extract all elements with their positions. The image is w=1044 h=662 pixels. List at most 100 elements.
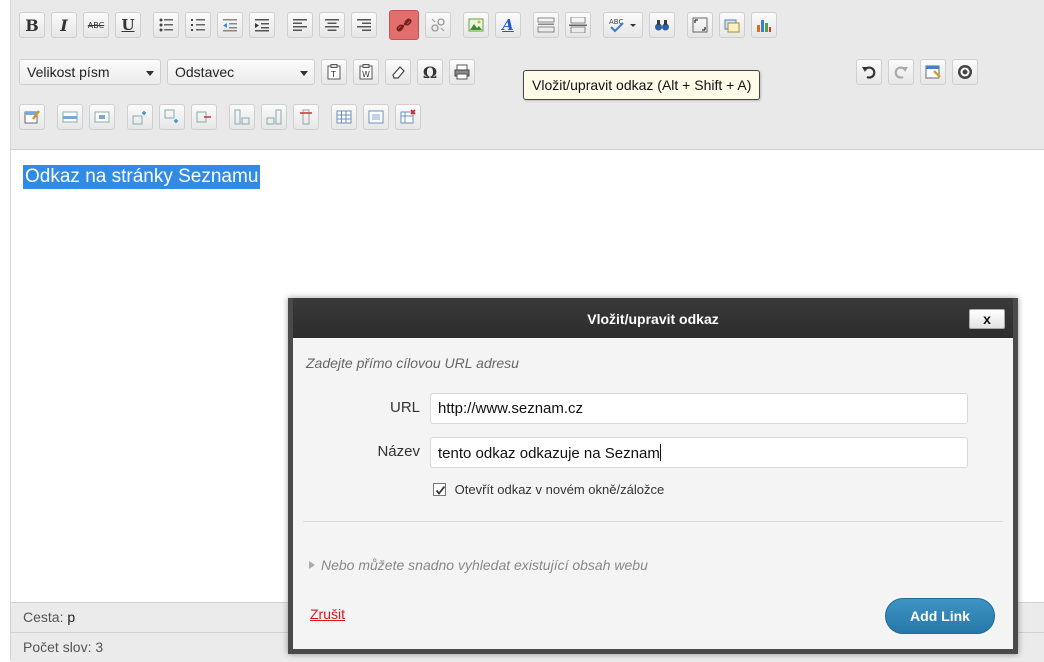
delete-column-button[interactable] xyxy=(293,104,319,130)
page-break-icon xyxy=(569,17,587,33)
insert-row-before-button[interactable] xyxy=(127,104,153,130)
insert-column-before-button[interactable] xyxy=(229,104,255,130)
format-select-value: Odstavec xyxy=(175,64,235,80)
add-link-button[interactable]: Add Link xyxy=(885,598,995,634)
bullet-list-icon xyxy=(159,18,173,32)
dialog-divider xyxy=(303,521,1003,522)
new-window-label[interactable]: Otevřít odkaz v novém okně/záložce xyxy=(455,482,665,497)
editor-toolbar: B I ABC U A ABC Velikost písm Odstavec T… xyxy=(11,0,1044,150)
paste-word-button[interactable]: W xyxy=(353,59,379,85)
paste-word-icon: W xyxy=(359,64,373,80)
strikethrough-icon: ABC xyxy=(87,20,105,30)
image-icon xyxy=(468,18,484,32)
row-icon xyxy=(62,111,78,123)
name-label: Název xyxy=(377,443,420,460)
word-count: Počet slov: 3 xyxy=(23,639,104,655)
clear-formatting-button[interactable] xyxy=(385,59,411,85)
search-existing-label: Nebo můžete snadno vyhledat existující o… xyxy=(321,557,648,573)
insert-link-dialog: Vložit/upravit odkaz x Zadejte přímo cíl… xyxy=(288,298,1018,654)
insert-column-after-button[interactable] xyxy=(261,104,287,130)
url-field[interactable]: http://www.seznam.cz xyxy=(430,393,968,424)
insert-link-button[interactable] xyxy=(389,10,419,40)
close-icon: x xyxy=(983,311,991,327)
italic-button[interactable]: I xyxy=(51,12,77,38)
indent-button[interactable] xyxy=(249,12,275,38)
dialog-title-text: Vložit/upravit odkaz xyxy=(587,311,719,327)
search-existing-toggle[interactable]: Nebo můžete snadno vyhledat existující o… xyxy=(309,557,648,573)
page-break-button[interactable] xyxy=(565,12,591,38)
cell-icon xyxy=(94,111,110,123)
delete-row-icon xyxy=(196,111,211,123)
split-cells-button[interactable] xyxy=(331,104,357,130)
special-character-button[interactable]: Ω xyxy=(417,59,443,85)
cell-properties-button[interactable] xyxy=(89,104,115,130)
outdent-button[interactable] xyxy=(217,12,243,38)
align-right-button[interactable] xyxy=(351,12,377,38)
insert-row-after-icon xyxy=(164,109,178,123)
find-replace-button[interactable] xyxy=(649,12,675,38)
align-left-button[interactable] xyxy=(287,12,313,38)
align-left-icon xyxy=(293,19,307,31)
unlink-button[interactable] xyxy=(425,12,451,38)
more-tag-button[interactable] xyxy=(533,12,559,38)
format-select[interactable]: Odstavec xyxy=(167,59,315,85)
insert-column-before-icon xyxy=(234,109,250,125)
insert-image-button[interactable] xyxy=(463,12,489,38)
spellcheck-icon: ABC xyxy=(609,18,636,33)
text-color-button[interactable]: A xyxy=(495,12,521,38)
align-center-button[interactable] xyxy=(319,12,345,38)
row-properties-button[interactable] xyxy=(57,104,83,130)
delete-row-button[interactable] xyxy=(191,104,217,130)
strikethrough-button[interactable]: ABC xyxy=(83,12,109,38)
numbered-list-button[interactable] xyxy=(185,12,211,38)
omega-icon: Ω xyxy=(422,62,438,82)
cancel-link[interactable]: Zrušit xyxy=(310,606,345,622)
bullet-list-button[interactable] xyxy=(153,12,179,38)
dialog-close-button[interactable]: x xyxy=(969,309,1005,329)
name-field-value: tento odkaz odkazuje na Seznam xyxy=(438,445,660,462)
underline-button[interactable]: U xyxy=(115,12,141,38)
insert-row-before-icon xyxy=(132,111,146,125)
table-icon xyxy=(336,110,352,124)
delete-table-button[interactable] xyxy=(395,104,421,130)
fullscreen-icon xyxy=(692,17,708,33)
selected-text: Odkaz na stránky Seznamu xyxy=(23,165,261,189)
insert-chart-button[interactable] xyxy=(751,12,777,38)
italic-icon: I xyxy=(60,15,68,35)
delete-table-icon xyxy=(400,109,416,124)
help-button[interactable] xyxy=(952,59,978,85)
new-window-checkbox[interactable] xyxy=(433,483,446,496)
delete-column-icon xyxy=(300,109,312,125)
chart-icon xyxy=(757,20,771,32)
help-icon xyxy=(958,65,972,79)
numbered-list-icon xyxy=(191,19,205,31)
eraser-icon xyxy=(392,66,405,79)
link-tooltip: Vložit/upravit odkaz (Alt + Shift + A) xyxy=(523,70,761,100)
spellcheck-button[interactable]: ABC xyxy=(603,12,643,38)
path-value[interactable]: p xyxy=(67,609,75,625)
font-size-select[interactable]: Velikost písm xyxy=(19,59,161,85)
indent-icon xyxy=(255,19,269,32)
chevron-down-icon xyxy=(300,71,308,76)
paste-text-button[interactable]: T xyxy=(321,59,347,85)
bold-icon: B xyxy=(25,15,39,35)
triangle-right-icon xyxy=(309,561,315,569)
bold-button[interactable]: B xyxy=(19,12,45,38)
binoculars-icon xyxy=(655,20,669,31)
redo-button[interactable] xyxy=(888,59,914,85)
outdent-icon xyxy=(223,19,237,32)
text-color-icon: A xyxy=(502,16,514,34)
properties-icon xyxy=(925,65,941,79)
insert-row-after-button[interactable] xyxy=(159,104,185,130)
fullscreen-button[interactable] xyxy=(687,12,713,38)
add-media-button[interactable] xyxy=(719,12,745,38)
path-label: Cesta: xyxy=(23,609,64,625)
merge-cells-button[interactable] xyxy=(363,104,389,130)
properties-button[interactable] xyxy=(920,59,946,85)
undo-button[interactable] xyxy=(856,59,882,85)
print-button[interactable] xyxy=(449,59,475,85)
new-window-option: Otevřít odkaz v novém okně/záložce xyxy=(433,482,664,497)
dialog-hint: Zadejte přímo cílovou URL adresu xyxy=(306,355,519,371)
edit-table-button[interactable] xyxy=(19,104,45,130)
name-field[interactable]: tento odkaz odkazuje na Seznam xyxy=(430,437,968,468)
